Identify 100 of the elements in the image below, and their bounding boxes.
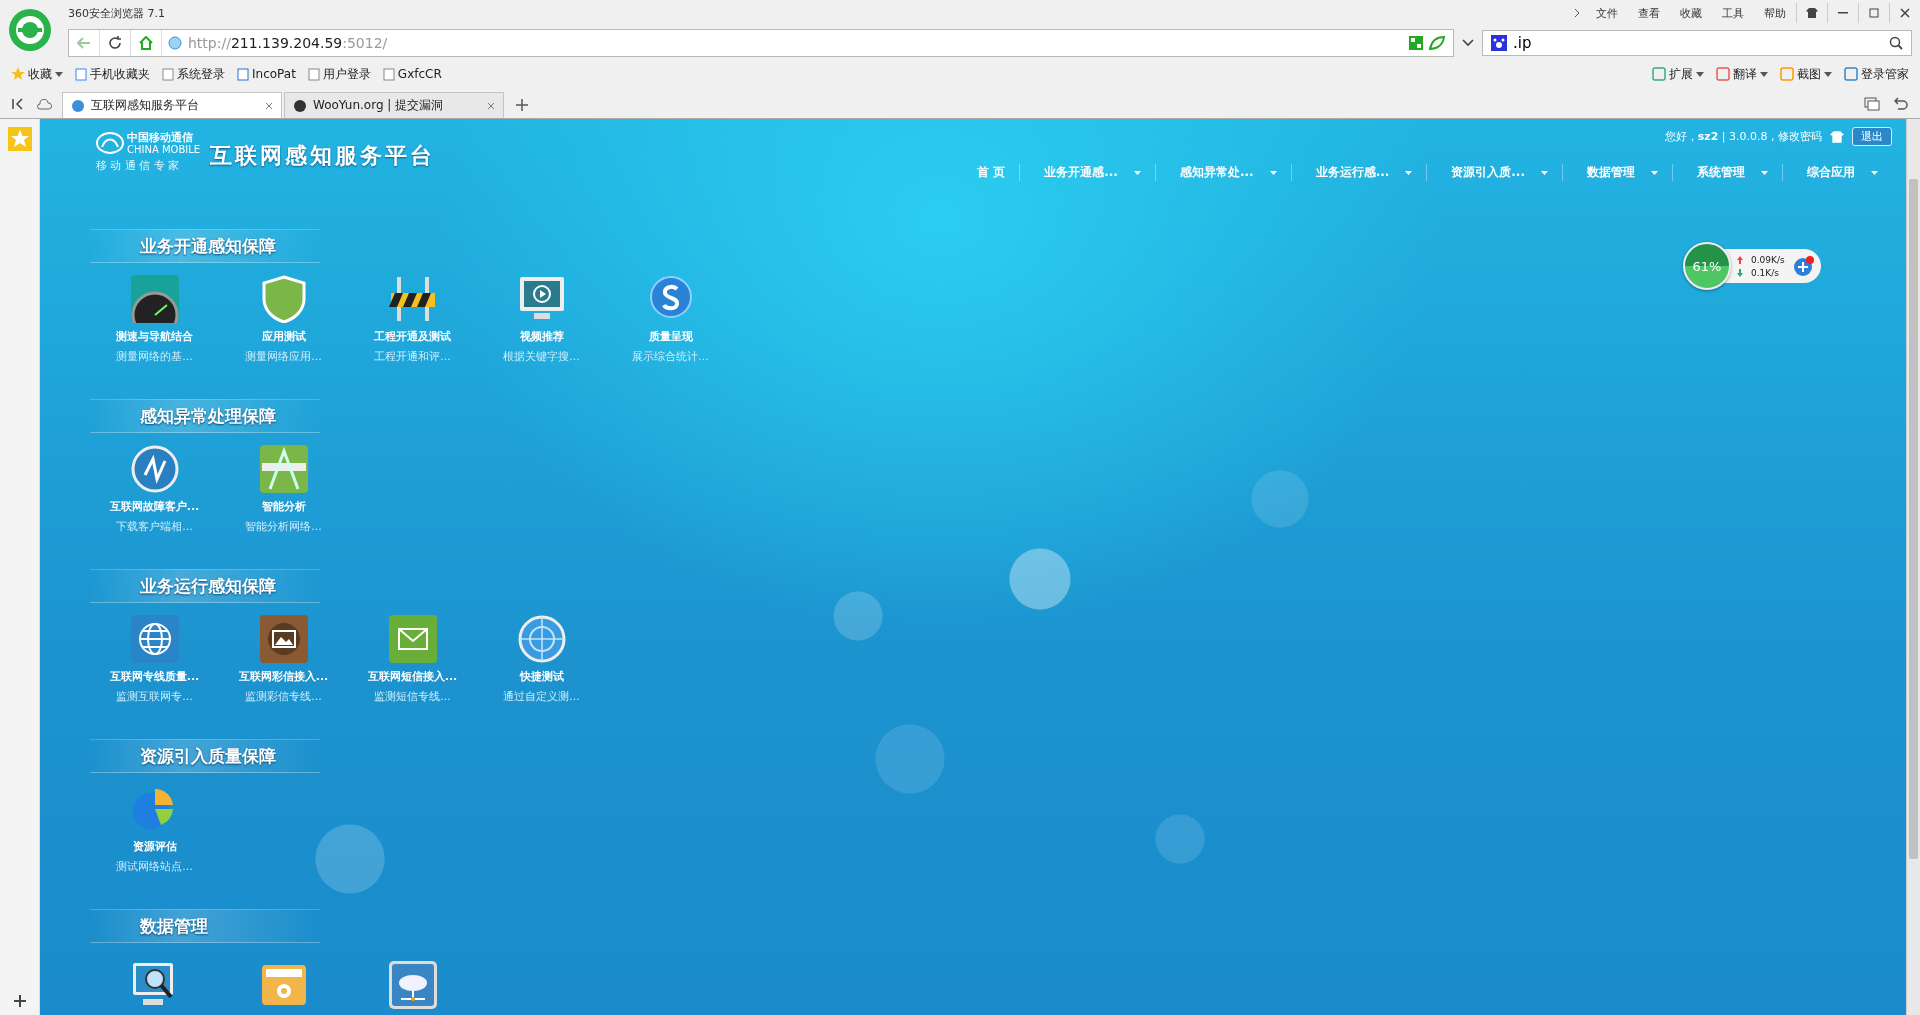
dropdown-caret-icon xyxy=(1871,170,1878,175)
bookmark-item[interactable]: 用户登录 xyxy=(304,63,374,85)
bookmark-item[interactable]: 系统登录 xyxy=(159,63,228,85)
dropdown-caret-icon xyxy=(55,71,63,77)
menu-item[interactable]: 收藏 xyxy=(1670,5,1712,21)
app-description: 测量网络应用... xyxy=(245,349,322,364)
app-title[interactable]: 互联网故障客户... xyxy=(109,499,200,514)
search-field[interactable]: .ip xyxy=(1482,30,1912,56)
nav-item[interactable]: 感知异常处... xyxy=(1154,164,1291,181)
app-title[interactable]: 应用测试 xyxy=(261,329,306,344)
scrollbar-thumb[interactable] xyxy=(1909,179,1918,859)
nav-item[interactable]: 资源引入质... xyxy=(1426,164,1562,181)
maximize-icon xyxy=(1869,8,1879,18)
up-arrow-icon xyxy=(1737,255,1743,264)
app-description: 测试网络站点... xyxy=(116,859,193,874)
toolbar-item[interactable]: 扩展 xyxy=(1649,63,1707,85)
sidebar-toggle-icon xyxy=(12,98,26,110)
toolbar-item[interactable]: 截图 xyxy=(1777,63,1835,85)
page-icon xyxy=(162,67,174,81)
app-title[interactable]: 工程开通及测试 xyxy=(374,329,451,344)
square-icon xyxy=(1844,67,1858,81)
close-icon xyxy=(1900,8,1910,18)
nav-item[interactable]: 首 页 xyxy=(953,164,1020,181)
favicon-icon xyxy=(71,98,85,113)
menu-item[interactable]: 查看 xyxy=(1628,5,1670,21)
menu-item[interactable]: 文件 xyxy=(1586,5,1628,21)
nav-item[interactable]: 数据管理 xyxy=(1562,164,1672,181)
bookmark-item[interactable]: IncoPat xyxy=(234,65,299,83)
minimize-icon xyxy=(1838,12,1848,14)
chevron-right-icon xyxy=(1574,8,1580,18)
app-description: 智能分析网络... xyxy=(245,519,322,534)
toolbar-item[interactable]: 翻译 xyxy=(1713,63,1771,85)
app-title[interactable]: 质量呈现 xyxy=(648,329,693,344)
page-icon xyxy=(75,67,87,81)
nav-item[interactable]: 系统管理 xyxy=(1672,164,1782,181)
section-title: 业务开通感知保障 xyxy=(140,234,276,258)
globe-icon xyxy=(130,615,179,663)
nav-item[interactable]: 综合应用 xyxy=(1782,164,1892,181)
app-title[interactable]: 快捷测试 xyxy=(519,669,564,684)
app-title[interactable]: 互联网彩信接入... xyxy=(238,669,329,684)
section-title: 感知异常处理保障 xyxy=(140,404,276,428)
menu-item[interactable]: 工具 xyxy=(1712,5,1754,21)
app-description: 监测互联网专... xyxy=(116,689,193,704)
logo-text: CHINA MOBILE xyxy=(127,143,201,155)
page-icon xyxy=(382,67,395,81)
bookmark-item[interactable]: 手机收藏夹 xyxy=(72,63,153,85)
add-icon xyxy=(13,995,26,1007)
app-description: 根据关键字搜... xyxy=(503,349,580,364)
app-description: 展示综合统计... xyxy=(632,349,709,364)
browser-logo-icon xyxy=(8,8,52,52)
menu-item[interactable]: 帮助 xyxy=(1754,5,1796,21)
download-speed: 0.1K/s xyxy=(1737,267,1785,278)
app-title[interactable]: 智能分析 xyxy=(261,499,306,514)
app-description: 监测彩信专线... xyxy=(245,689,322,704)
nav-item[interactable]: 业务开通感... xyxy=(1019,164,1155,181)
page-icon xyxy=(237,67,249,81)
tab-list-icon xyxy=(1864,97,1880,111)
crosshair-icon xyxy=(517,615,566,663)
section-title: 数据管理 xyxy=(140,914,208,938)
browser-tab[interactable]: WooYun.org | 提交漏洞 xyxy=(284,92,504,118)
app-title[interactable]: 测速与导航结合 xyxy=(116,329,193,344)
logout-button[interactable]: 退出 xyxy=(1852,127,1892,146)
speedometer-icon xyxy=(130,275,179,323)
radar-icon xyxy=(130,445,179,493)
memory-gauge[interactable]: 61% xyxy=(1683,242,1731,290)
app-title[interactable]: 互联网专线质量... xyxy=(109,669,200,684)
logo-slogan: 移 动 通 信 专 家 xyxy=(96,158,180,173)
home-icon xyxy=(139,36,153,50)
plus-circle-icon xyxy=(1792,255,1815,277)
back-arrow-icon xyxy=(77,37,91,49)
image-frame-icon xyxy=(259,615,308,663)
toolbar-item[interactable]: 登录管家 xyxy=(1841,63,1912,85)
dropdown-caret-icon xyxy=(1760,71,1768,77)
search-icon xyxy=(1889,36,1903,50)
app-description: 测量网络的基... xyxy=(116,349,193,364)
dropdown-caret-icon xyxy=(1133,170,1141,175)
envelope-icon xyxy=(388,615,437,663)
ruler-icon xyxy=(259,445,308,493)
close-icon xyxy=(265,101,273,110)
app-description: 监测短信专线... xyxy=(374,689,451,704)
bookmark-item[interactable]: GxfcCR xyxy=(379,65,445,83)
globe-icon xyxy=(168,36,182,50)
shirt-icon xyxy=(1806,8,1818,18)
dropdown-caret-icon xyxy=(1405,170,1413,175)
section-title: 资源引入质量保障 xyxy=(140,744,276,768)
undo-icon xyxy=(1894,97,1908,111)
window-title: 360安全浏览器 7.1 xyxy=(68,5,165,21)
cloud-network-icon xyxy=(388,961,437,1009)
nav-item[interactable]: 业务运行感... xyxy=(1290,164,1427,181)
app-title[interactable]: 互联网短信接入... xyxy=(367,669,458,684)
app-title[interactable]: 资源评估 xyxy=(132,839,177,854)
new-tab-icon xyxy=(516,99,528,111)
section-title: 业务运行感知保障 xyxy=(140,574,276,598)
user-info: 您好，sz2 | 3.0.0.8 , 修改密码 xyxy=(1664,129,1822,144)
app-title[interactable]: 视频推荐 xyxy=(519,329,564,344)
browser-tab[interactable]: 互联网感知服务平台 xyxy=(62,92,282,118)
bookmark-item[interactable]: 收藏 xyxy=(8,63,66,85)
down-arrow-icon xyxy=(1737,268,1743,277)
dropdown-caret-icon xyxy=(1269,170,1277,175)
dropdown-caret-icon xyxy=(1761,170,1768,175)
